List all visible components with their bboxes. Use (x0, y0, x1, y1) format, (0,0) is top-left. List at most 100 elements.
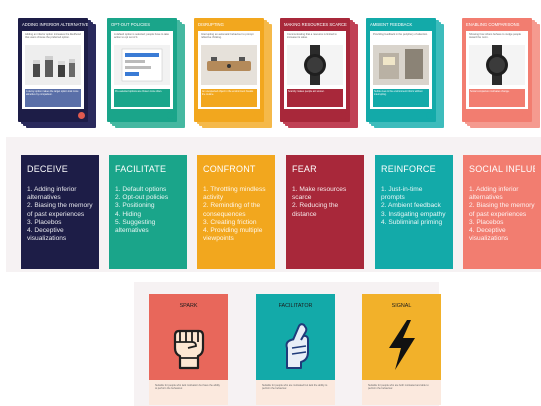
card-title: Disrupting (198, 22, 224, 27)
supplement-bottles-image (25, 45, 81, 85)
category-title: Facilitate (115, 164, 167, 174)
helping-hand-icon (285, 323, 309, 369)
card-front: Opt-out policies A default option is sel… (107, 18, 177, 122)
card-note: Social comparison motivates change. (469, 89, 525, 107)
category-item: alternatives (469, 194, 503, 202)
type-card-signal[interactable]: Signal Suitable for people who are both … (362, 294, 441, 405)
card-note: Pre-selected options are chosen more oft… (114, 89, 170, 107)
type-description: Suitable for people who lack motivation … (155, 384, 220, 391)
card-note: A decoy option makes the target option l… (25, 89, 81, 107)
card-front: Ambient feedback Providing feedback in t… (366, 18, 436, 122)
category-social-influence[interactable]: Social Influence 1. Adding inferior alte… (463, 155, 541, 269)
type-card-footer: Suitable for people who are motivated bu… (256, 380, 335, 405)
category-item: 2. Biasing the memory (27, 202, 93, 210)
watch-icon (522, 112, 529, 119)
category-item: scarce (292, 194, 312, 202)
category-item: prompts (381, 194, 405, 202)
type-card-header: Spark (149, 294, 228, 380)
category-item: 3. Placebos (469, 218, 504, 226)
pie-chart-icon (78, 112, 85, 119)
card-deck-facilitate[interactable]: Opt-out policies A default option is sel… (107, 18, 185, 128)
card-front: Making resources scarce Communicating th… (280, 18, 350, 122)
category-item: visualizations (27, 235, 67, 243)
card-deck-fear[interactable]: Making resources scarce Communicating th… (280, 18, 358, 128)
smartwatch-image (469, 45, 525, 85)
card-description: Adding an inferior option increases the … (25, 33, 81, 40)
card-panel: Showing how others behave to nudge peopl… (466, 31, 528, 109)
card-deck-reinforce[interactable]: Ambient feedback Providing feedback in t… (366, 18, 444, 128)
card-note: Scarcity makes people act sooner. (287, 89, 343, 107)
ambient-light-image (373, 45, 429, 85)
card-description: Providing feedback in the periphery of a… (373, 33, 428, 36)
category-item: 4. Deceptive (469, 227, 506, 235)
card-front: Disrupting Interrupting an automatic beh… (194, 18, 264, 122)
category-item: 2. Ambient feedback (381, 202, 441, 210)
category-title: Social Influence (469, 164, 535, 174)
type-card-facilitator[interactable]: Facilitator Suitable for people who are … (256, 294, 335, 405)
category-item: of past experiences (27, 210, 85, 218)
category-item: 2. Opt-out policies (115, 194, 169, 202)
card-deck-deceive[interactable]: Adding inferior alternatives Adding an i… (18, 18, 96, 128)
card-deck-social-influence[interactable]: Enabling comparisons Showing how others … (462, 18, 540, 128)
card-panel: Adding an inferior option increases the … (22, 31, 84, 109)
category-confront[interactable]: Confront 1. Throttling mindless activity… (197, 155, 275, 269)
type-title: Facilitator (278, 303, 313, 309)
category-title: Deceive (27, 164, 68, 174)
type-card-spark[interactable]: Spark Suitable for people who lack motiv… (149, 294, 228, 405)
card-note: Subtle cues in the environment inform wi… (373, 89, 429, 107)
category-deceive[interactable]: Deceive 1. Adding inferior alternatives … (21, 155, 99, 269)
category-item: 1. Throttling mindless (203, 186, 266, 193)
type-title: Spark (179, 303, 198, 309)
card-title: Enabling comparisons (466, 22, 520, 27)
check-icon (167, 112, 174, 119)
card-title: Making resources scarce (284, 22, 347, 27)
category-item: alternatives (27, 194, 61, 202)
category-fear[interactable]: Fear 1. Make resources scarce 2. Reducin… (286, 155, 364, 269)
category-item: 1. Default options (115, 186, 167, 193)
bolt-icon (254, 112, 261, 119)
watch-icon (426, 112, 433, 119)
smartwatch-image (287, 45, 343, 85)
card-description: Showing how others behave to nudge peopl… (469, 33, 521, 40)
category-facilitate[interactable]: Facilitate 1. Default options 2. Opt-out… (109, 155, 187, 269)
wooden-object-image (201, 45, 257, 85)
category-title: Fear (292, 164, 317, 174)
category-item: 4. Subliminal priming (381, 218, 443, 226)
raised-fist-icon (173, 329, 205, 370)
card-front: Adding inferior alternatives Adding an i… (18, 18, 88, 122)
card-panel: Interrupting an automatic behaviour to p… (198, 31, 260, 109)
category-item: alternatives (115, 227, 149, 235)
type-card-footer: Suitable for people who lack motivation … (149, 380, 228, 405)
category-title: Confront (203, 164, 256, 174)
category-item: 1. Make resources (292, 186, 347, 193)
category-item: distance (292, 210, 317, 218)
category-item: 2. Reducing the (292, 202, 339, 210)
category-item: 3. Placebos (27, 218, 62, 226)
card-title: Ambient feedback (370, 22, 413, 27)
category-reinforce[interactable]: Reinforce 1. Just-in-time prompts 2. Amb… (375, 155, 453, 269)
category-item: activity (203, 194, 224, 202)
category-item: 1. Just-in-time (381, 186, 423, 193)
lightning-bolt-icon (389, 320, 415, 370)
category-item: 5. Suggesting (115, 218, 156, 226)
category-item: 3. Positioning (115, 202, 155, 210)
card-title: Adding inferior alternatives (22, 22, 88, 27)
category-item: 4. Deceptive (27, 227, 64, 235)
type-description: Suitable for people who are both motivat… (368, 384, 429, 391)
category-item: 1. Adding inferior (469, 186, 519, 193)
card-deck-confront[interactable]: Disrupting Interrupting an automatic beh… (194, 18, 272, 128)
category-item: 2. Biasing the memory (469, 202, 535, 210)
type-title: Signal (391, 303, 412, 309)
category-item: consequences (203, 210, 246, 218)
card-panel: A default option is selected; people hav… (111, 31, 173, 109)
card-description: A default option is selected; people hav… (114, 33, 169, 40)
category-title: Reinforce (381, 164, 436, 174)
card-panel: Communicating that a resource is limited… (284, 31, 346, 109)
category-item: 4. Providing multiple (203, 227, 263, 235)
card-panel: Providing feedback in the periphery of a… (370, 31, 432, 109)
watch-icon (340, 112, 347, 119)
form-screenshot-image (114, 45, 170, 85)
card-note: An unexpected object in the environment … (201, 89, 257, 107)
category-item: visualizations (469, 235, 509, 243)
type-card-footer: Suitable for people who are both motivat… (362, 380, 441, 405)
